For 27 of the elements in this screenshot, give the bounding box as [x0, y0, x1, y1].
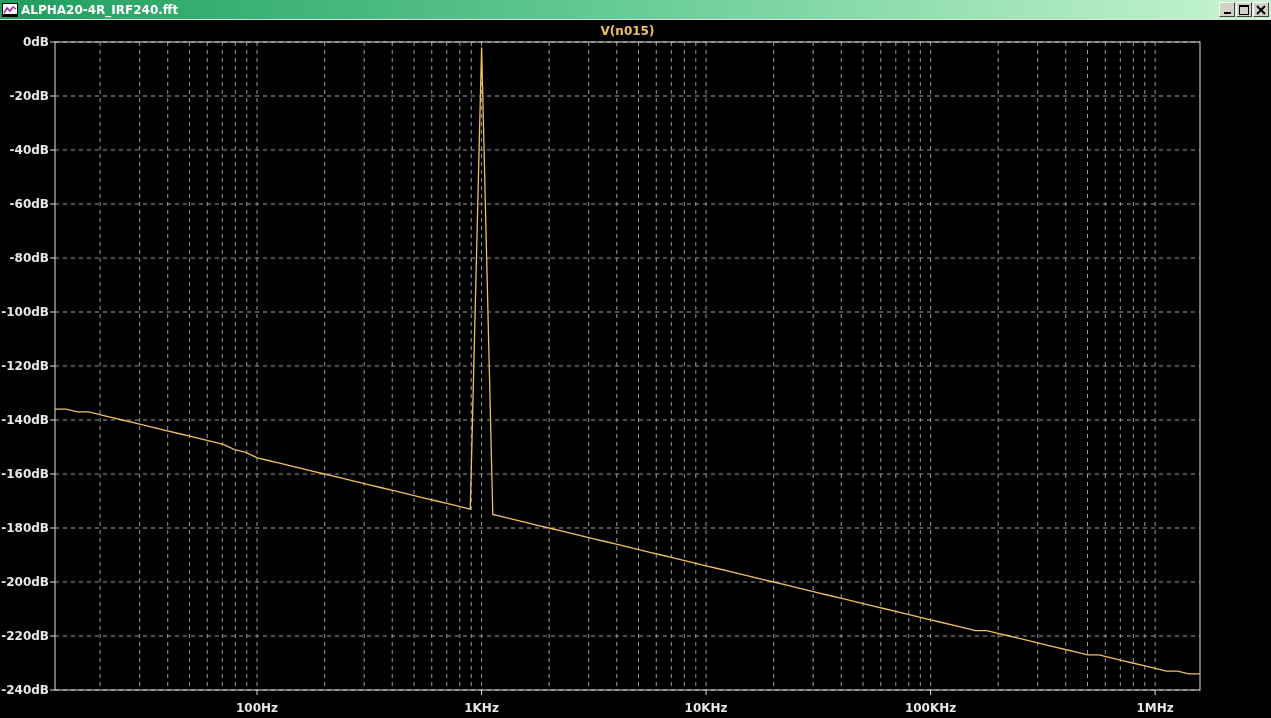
y-axis-label: -100dB	[1, 305, 49, 319]
x-axis-label: 1KHz	[464, 701, 499, 715]
maximize-icon	[1239, 4, 1249, 15]
y-axis-label: -140dB	[1, 413, 49, 427]
y-axis-label: -160dB	[1, 467, 49, 481]
x-axis-label: 100Hz	[236, 701, 279, 715]
waveform-icon	[2, 2, 18, 17]
close-button[interactable]	[1253, 2, 1269, 17]
y-axis-label: -220dB	[1, 629, 49, 643]
y-axis-label: -240dB	[1, 683, 49, 697]
close-icon	[1256, 4, 1266, 15]
minimize-icon	[1223, 12, 1231, 14]
y-axis-label: -40dB	[9, 143, 49, 157]
y-axis-label: -80dB	[9, 251, 49, 265]
y-axis-label: -200dB	[1, 575, 49, 589]
maximize-button[interactable]	[1236, 2, 1252, 17]
x-axis-label: 100KHz	[904, 701, 957, 715]
y-axis-label: 0dB	[22, 35, 49, 49]
minimize-button[interactable]	[1219, 2, 1235, 17]
x-axis-label: 10KHz	[684, 701, 728, 715]
y-axis-label: -60dB	[9, 197, 49, 211]
y-axis-label: -180dB	[1, 521, 49, 535]
y-axis-label: -120dB	[1, 359, 49, 373]
y-axis-label: -20dB	[9, 89, 49, 103]
window-title: ALPHA20-4R_IRF240.fft	[21, 2, 179, 17]
trace-label[interactable]: V(n015)	[600, 24, 655, 38]
x-axis-label: 1MHz	[1136, 701, 1174, 715]
